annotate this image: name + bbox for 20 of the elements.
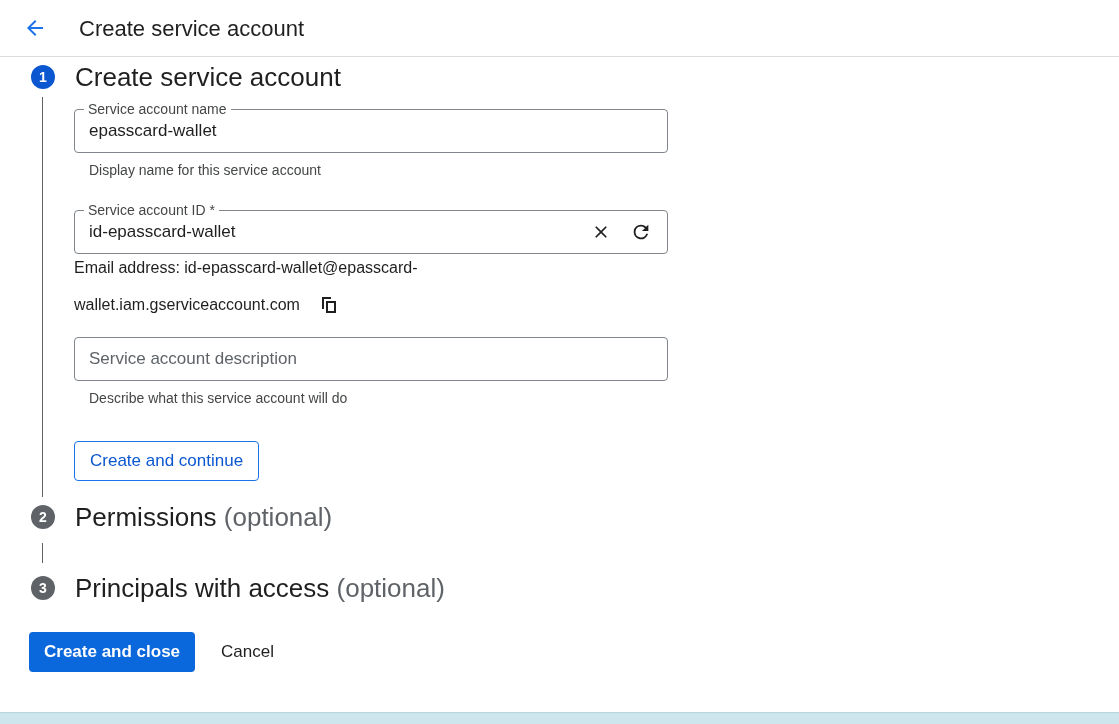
text-field[interactable]: Service account description — [74, 337, 668, 381]
helper-text: Display name for this service account — [89, 161, 322, 180]
step-number: 1 — [31, 65, 55, 89]
email-address-text: wallet.iam.gserviceaccount.com — [74, 295, 300, 315]
copy-icon — [320, 296, 337, 314]
input-field[interactable]: id-epasscard-wallet — [89, 219, 581, 245]
step-number: 2 — [31, 505, 55, 529]
create-and-close-button[interactable]: Create and close — [29, 632, 196, 672]
cancel-button[interactable]: Cancel — [205, 632, 290, 672]
email-address-text: Email address: id-epasscard-wallet@epasscard- — [74, 258, 419, 278]
copy-button[interactable] — [319, 296, 338, 314]
step-title[interactable]: Create service account — [75, 62, 341, 92]
helper-text: Describe what this service account will do — [89, 389, 349, 408]
step-title[interactable]: Principals with access (optional) — [75, 573, 445, 603]
step-title[interactable]: Permissions (optional) — [75, 502, 333, 532]
input-field[interactable]: Service account description — [89, 346, 653, 372]
page-title: Create service account — [79, 14, 304, 43]
create-and-continue-button[interactable]: Create and continue — [74, 441, 260, 481]
step-number: 3 — [31, 576, 55, 600]
input-field[interactable]: epasscard-wallet — [89, 118, 653, 144]
